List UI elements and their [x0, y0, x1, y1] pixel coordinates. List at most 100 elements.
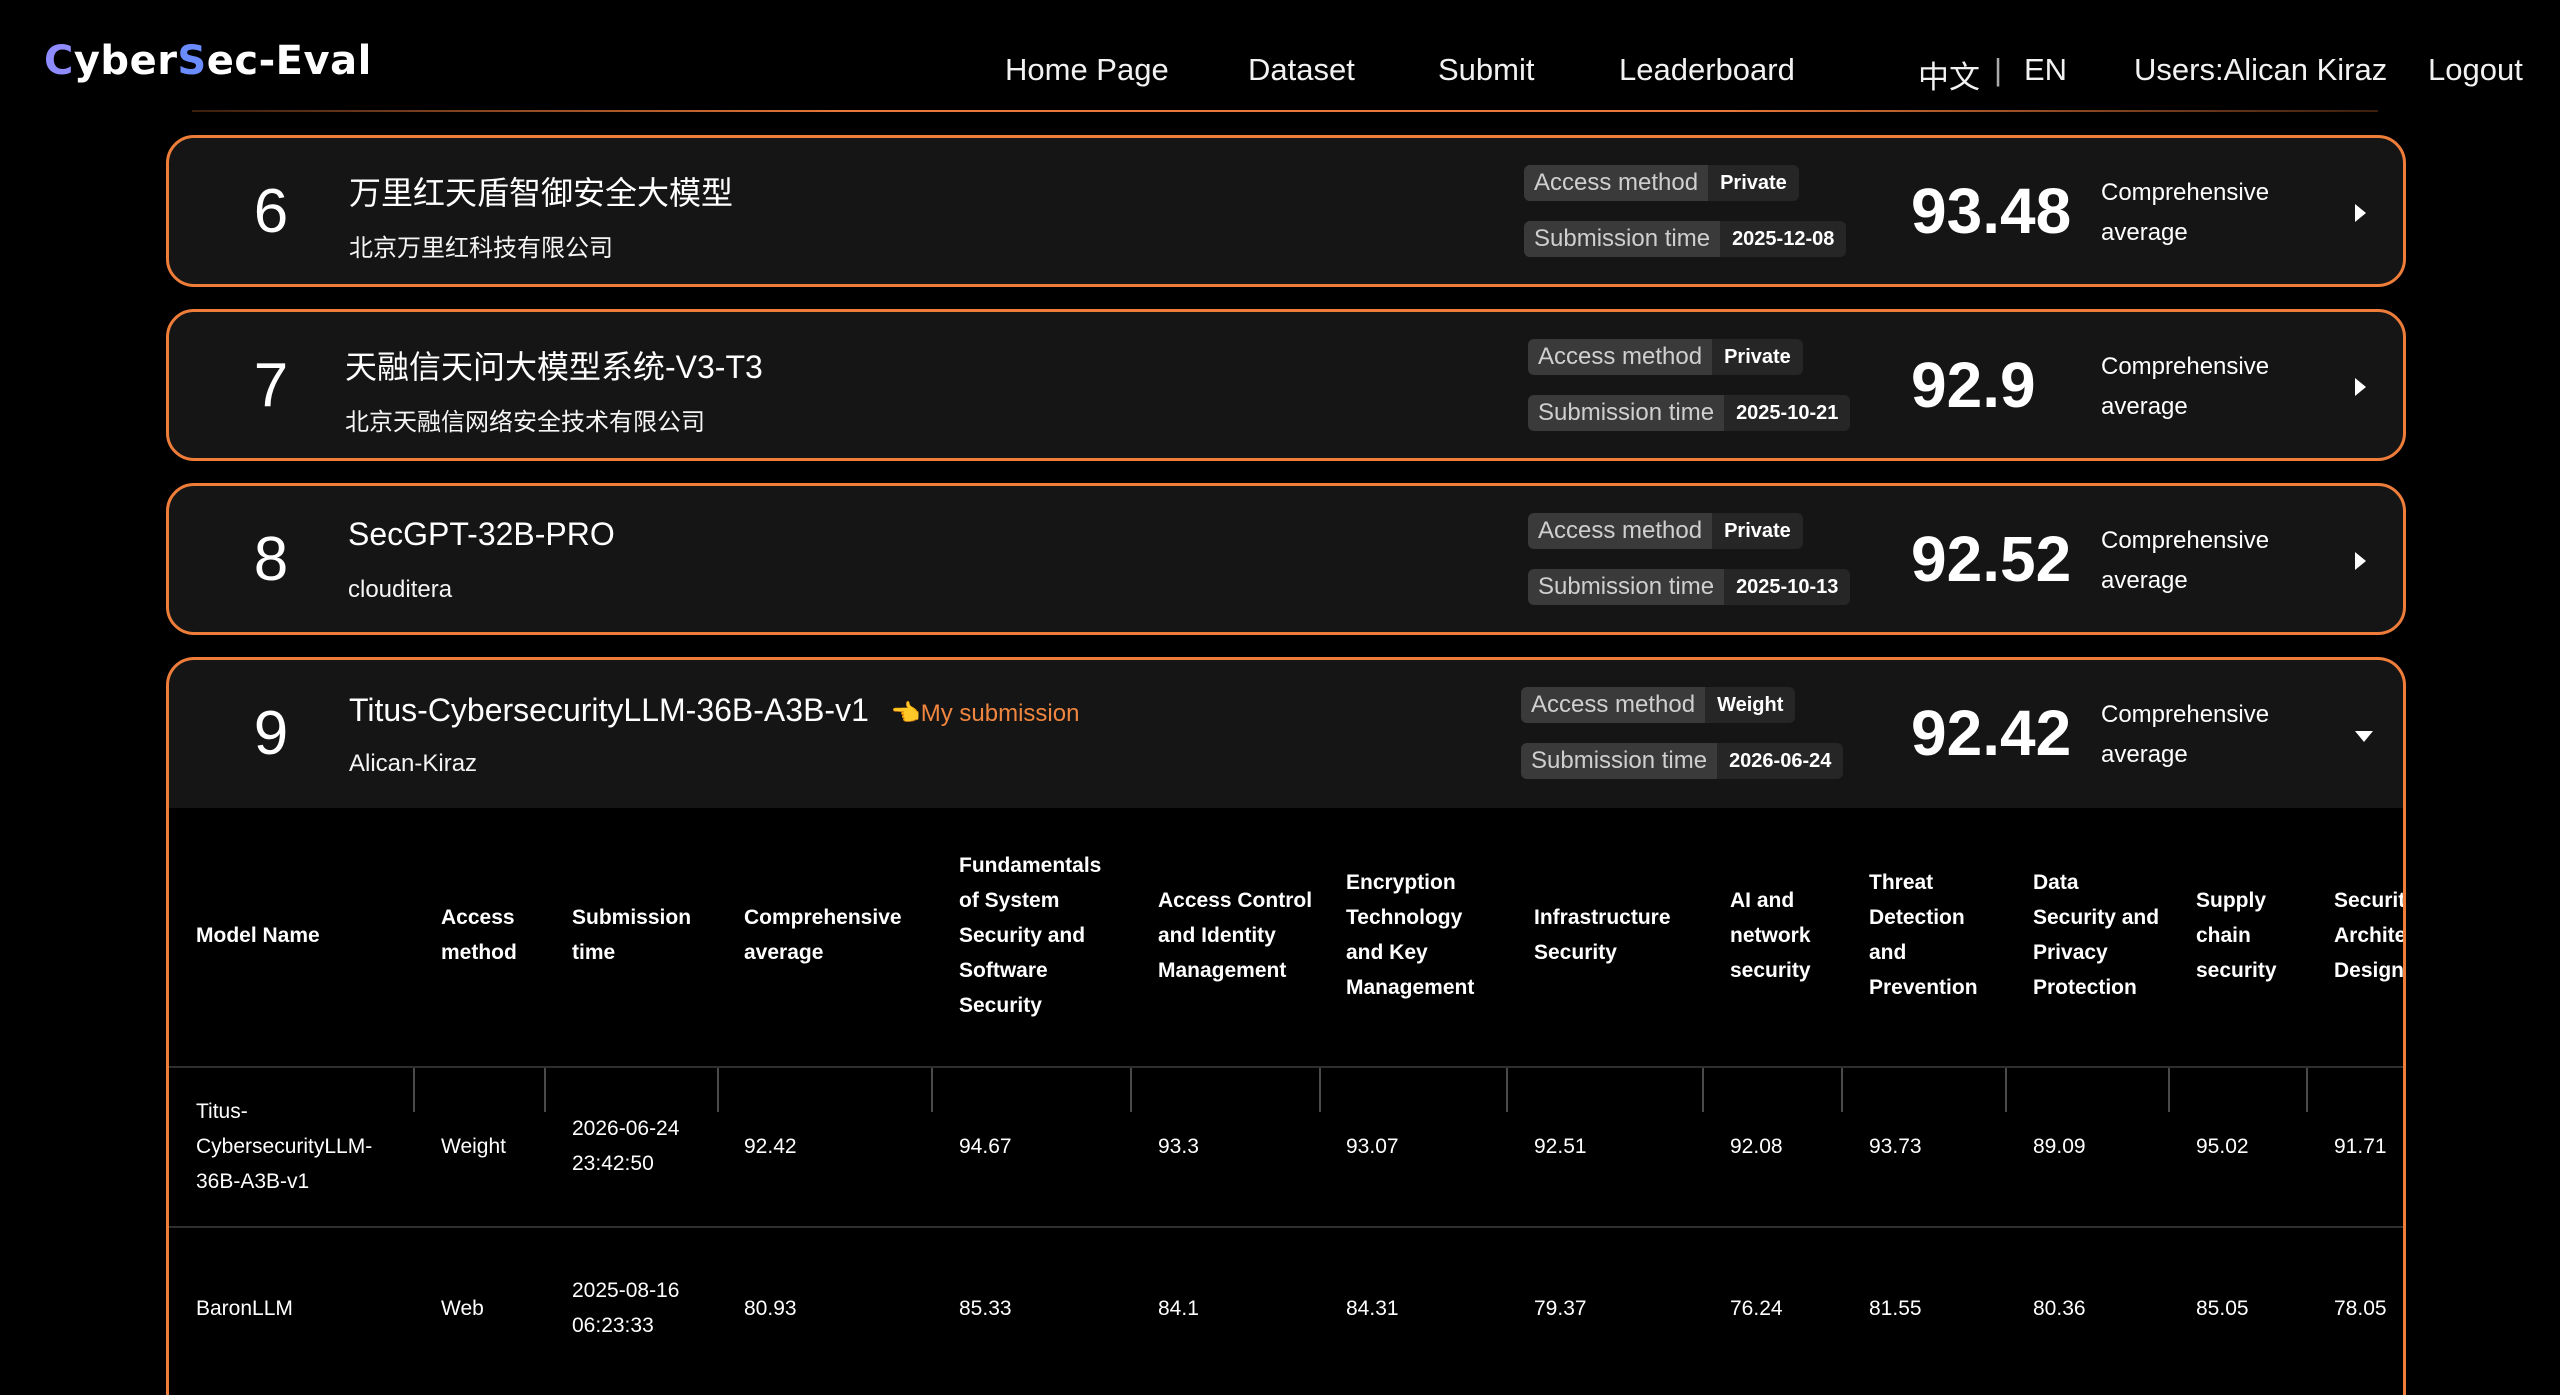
score-label: Comprehensive average — [2101, 353, 2270, 420]
cell-score: 84.31 — [1346, 1296, 1399, 1320]
access-method-tag: Access method Private — [1528, 339, 1803, 375]
submission-time-value: 2026-06-24 — [1717, 743, 1844, 779]
rank-number: 9 — [253, 699, 289, 768]
col-separator — [1841, 1068, 1843, 1112]
lang-divider: | — [1994, 52, 2003, 87]
col-separator — [717, 1068, 719, 1112]
submission-time-tag: Submission time 2025-10-13 — [1528, 569, 1851, 605]
col-separator — [931, 1068, 933, 1112]
model-name-text: Titus-CybersecurityLLM-36B-A3B-v1 — [349, 692, 869, 728]
access-method-label: Access method — [1528, 513, 1713, 549]
nav-home-page[interactable]: Home Page — [1005, 52, 1169, 88]
cell-access-method: Web — [441, 1296, 484, 1320]
cell-score: 94.67 — [959, 1134, 1012, 1158]
model-name: Titus-CybersecurityLLM-36B-A3B-v1 👈My sub… — [349, 692, 1079, 729]
cell-score: 91.71 — [2334, 1134, 2387, 1158]
col-header-access-control: Access Control and Identity Management — [1158, 888, 1313, 982]
my-submission-badge: 👈My submission — [890, 700, 1080, 727]
score-label: Comprehensive average — [2101, 179, 2270, 246]
submission-time-tag: Submission time 2026-06-24 — [1521, 743, 1844, 779]
access-method-value: Private — [1712, 513, 1803, 549]
leaderboard-card-9-expanded[interactable]: 9 Titus-CybersecurityLLM-36B-A3B-v1 👈My s… — [166, 657, 2406, 1395]
cell-score: 76.24 — [1730, 1296, 1783, 1320]
leaderboard-card-7[interactable]: 7 天融信天问大模型系统-V3-T3 北京天融信网络安全技术有限公司 Acces… — [166, 309, 2406, 461]
cell-score: 92.51 — [1534, 1134, 1587, 1158]
score-value: 92.52 — [1911, 523, 2072, 595]
rank-number: 6 — [253, 177, 289, 246]
submission-time-tag: Submission time 2025-10-21 — [1528, 395, 1851, 431]
lang-en[interactable]: EN — [2024, 52, 2067, 88]
col-header-access-method: Access method — [441, 906, 517, 964]
nav-dataset[interactable]: Dataset — [1248, 52, 1355, 88]
cell-score: 85.33 — [959, 1296, 1012, 1320]
nav-submit[interactable]: Submit — [1438, 52, 1534, 88]
access-method-tag: Access method Private — [1524, 165, 1799, 201]
expand-arrow-icon[interactable] — [2355, 204, 2366, 222]
cell-score: 78.05 — [2334, 1296, 2387, 1320]
cell-score: 89.09 — [2033, 1134, 2086, 1158]
cell-score: 93.3 — [1158, 1134, 1199, 1158]
cell-comprehensive-average: 80.93 — [744, 1296, 797, 1320]
col-header-supply-chain: Supply chain security — [2196, 888, 2277, 982]
submission-time-value: 2025-10-21 — [1724, 395, 1851, 431]
col-separator — [413, 1068, 415, 1112]
access-method-value: Private — [1712, 339, 1803, 375]
submission-time-label: Submission time — [1528, 569, 1725, 605]
cell-score: 81.55 — [1869, 1296, 1922, 1320]
rank-number: 8 — [253, 525, 289, 594]
score-value: 93.48 — [1911, 175, 2072, 247]
leaderboard-card-6[interactable]: 6 万里红天盾智御安全大模型 北京万里红科技有限公司 Access method… — [166, 135, 2406, 287]
leaderboard-card-8[interactable]: 8 SecGPT-32B-PRO clouditera Access metho… — [166, 483, 2406, 635]
col-header-encryption: Encryption Technology and Key Management — [1346, 871, 1475, 999]
expand-arrow-icon[interactable] — [2355, 552, 2366, 570]
organization-name: 北京天融信网络安全技术有限公司 — [345, 409, 705, 436]
cell-submission-time: 2026-06-24 23:42:50 — [572, 1117, 680, 1175]
cell-score: 93.07 — [1346, 1134, 1399, 1158]
logout-link[interactable]: Logout — [2428, 52, 2523, 88]
cell-score: 92.08 — [1730, 1134, 1783, 1158]
model-name: SecGPT-32B-PRO — [348, 516, 615, 552]
access-method-tag: Access method Private — [1528, 513, 1803, 549]
score-detail-table: Model Name Access method Submission time… — [169, 808, 2406, 1395]
cell-model-name: Titus-CybersecurityLLM-36B-A3B-v1 — [196, 1099, 373, 1193]
submission-time-tag: Submission time 2025-12-08 — [1524, 221, 1847, 257]
col-separator — [1702, 1068, 1704, 1112]
submission-time-value: 2025-12-08 — [1720, 221, 1847, 257]
submission-time-label: Submission time — [1524, 221, 1721, 257]
col-header-data-security: Data Security and Privacy Protection — [2033, 871, 2160, 999]
col-header-comprehensive-average: Comprehensive average — [744, 906, 902, 964]
access-method-label: Access method — [1521, 687, 1706, 723]
submission-time-label: Submission time — [1528, 395, 1725, 431]
col-header-security-architecture: Security Architecture Design — [2334, 888, 2406, 982]
header-divider — [192, 110, 2378, 112]
col-separator — [1130, 1068, 1132, 1112]
cell-score: 84.1 — [1158, 1296, 1199, 1320]
user-name: Users:Alican Kiraz — [2134, 52, 2388, 87]
access-method-value: Private — [1708, 165, 1799, 201]
score-label: Comprehensive average — [2101, 527, 2270, 594]
site-logo[interactable]: CyberSec-Eval — [44, 38, 372, 84]
cell-comprehensive-average: 92.42 — [744, 1134, 797, 1158]
rank-number: 7 — [253, 351, 289, 420]
access-method-tag: Access method Weight — [1521, 687, 1796, 723]
collapse-arrow-icon[interactable] — [2355, 731, 2373, 742]
cell-model-name: BaronLLM — [196, 1296, 293, 1320]
cell-score: 80.36 — [2033, 1296, 2086, 1320]
score-value: 92.42 — [1911, 697, 2072, 769]
expand-arrow-icon[interactable] — [2355, 378, 2366, 396]
col-header-model-name: Model Name — [196, 923, 320, 947]
cell-score: 85.05 — [2196, 1296, 2249, 1320]
organization-name: clouditera — [348, 576, 453, 603]
col-header-threat-detection: Threat Detection and Prevention — [1869, 871, 1978, 999]
col-separator — [1506, 1068, 1508, 1112]
score-label: Comprehensive average — [2101, 701, 2270, 768]
page: CyberSec-Eval Home Page Dataset Submit L… — [0, 0, 2560, 1395]
lang-zh[interactable]: 中文 — [1918, 52, 1980, 97]
cell-score: 79.37 — [1534, 1296, 1587, 1320]
nav-leaderboard[interactable]: Leaderboard — [1619, 52, 1795, 88]
submission-time-value: 2025-10-13 — [1724, 569, 1851, 605]
cell-score: 93.73 — [1869, 1134, 1922, 1158]
score-value: 92.9 — [1911, 349, 2036, 421]
col-header-submission-time: Submission time — [572, 906, 692, 964]
cell-score: 95.02 — [2196, 1134, 2249, 1158]
